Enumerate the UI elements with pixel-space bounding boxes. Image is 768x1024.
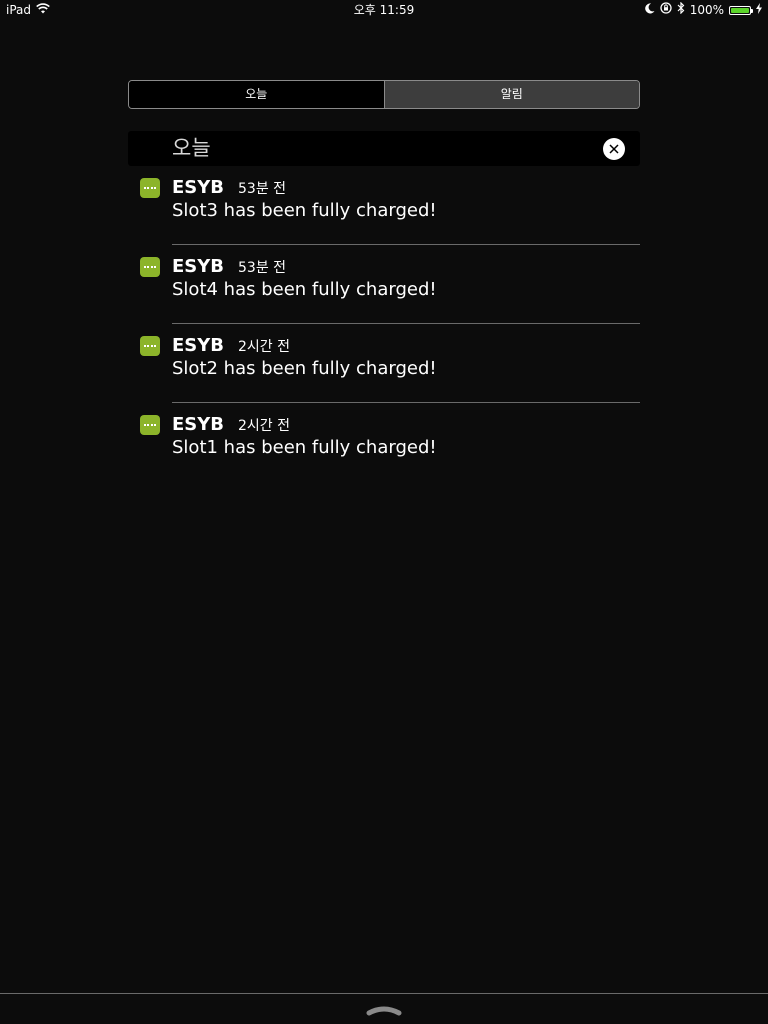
esyb-app-icon — [140, 257, 160, 277]
clear-notifications-button[interactable] — [603, 138, 625, 160]
moon-icon — [644, 0, 655, 20]
tab-notifications[interactable]: 알림 — [383, 81, 639, 108]
notification-app-name: ESYB — [172, 256, 225, 277]
notification-time: 2시간 전 — [238, 418, 290, 434]
chevron-grabber-icon[interactable] — [366, 1001, 402, 1016]
notification-item[interactable]: ESYB 53분 전 Slot3 has been fully charged! — [128, 166, 640, 245]
notification-time: 53분 전 — [238, 181, 287, 197]
notification-time: 53분 전 — [238, 260, 287, 276]
notification-body: Slot3 has been fully charged! — [172, 200, 437, 221]
esyb-app-icon — [140, 336, 160, 356]
battery-icon — [729, 5, 753, 15]
tab-today[interactable]: 오늘 — [129, 81, 384, 108]
charging-bolt-icon — [756, 0, 762, 20]
notification-item[interactable]: ESYB 2시간 전 Slot2 has been fully charged! — [128, 324, 640, 403]
battery-fill — [731, 7, 749, 13]
notification-app-name: ESYB — [172, 335, 225, 356]
view-segmented-control: 오늘 알림 — [128, 80, 640, 109]
status-bar: iPad 오후 11:59 100% — [0, 0, 768, 20]
notification-app-name: ESYB — [172, 177, 225, 198]
notification-body: Slot4 has been fully charged! — [172, 279, 437, 300]
notification-item[interactable]: ESYB 53분 전 Slot4 has been fully charged! — [128, 245, 640, 324]
notification-item[interactable]: ESYB 2시간 전 Slot1 has been fully charged! — [128, 403, 640, 482]
notification-time: 2시간 전 — [238, 339, 290, 355]
notification-app-name: ESYB — [172, 414, 225, 435]
bluetooth-icon — [677, 0, 685, 20]
notification-list: ESYB 53분 전 Slot3 has been fully charged!… — [128, 166, 640, 482]
rotation-lock-icon — [660, 0, 672, 20]
battery-percent: 100% — [689, 3, 724, 17]
status-right: 100% — [644, 0, 762, 20]
close-icon — [609, 144, 619, 154]
bottom-divider — [0, 993, 768, 994]
section-title: 오늘 — [172, 136, 211, 160]
today-section-header: 오늘 — [128, 131, 640, 166]
notification-body: Slot2 has been fully charged! — [172, 358, 437, 379]
notification-body: Slot1 has been fully charged! — [172, 437, 437, 458]
esyb-app-icon — [140, 178, 160, 198]
esyb-app-icon — [140, 415, 160, 435]
